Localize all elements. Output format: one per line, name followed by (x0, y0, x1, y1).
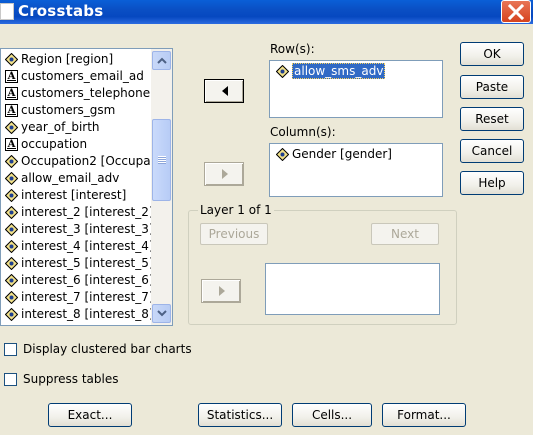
chevron-up-icon (157, 57, 167, 64)
variable-item[interactable]: interest_3 [interest_3] (3, 221, 153, 238)
variable-item[interactable]: interest_2 [interest_2] (3, 204, 153, 221)
suppress-tables-checkbox[interactable] (4, 373, 17, 386)
variable-list-scrollbar[interactable] (151, 49, 172, 325)
exact-button[interactable]: Exact... (48, 403, 132, 427)
scroll-grip-icon (158, 156, 166, 164)
rows-listbox[interactable]: allow_sms_adv (269, 60, 443, 118)
move-column-button[interactable] (204, 162, 244, 186)
variable-label: interest_4 [interest_4] (21, 239, 153, 253)
nominal-icon (5, 274, 18, 287)
suppress-tables-label: Suppress tables (23, 372, 119, 386)
nominal-icon (5, 53, 18, 66)
layer-title: Layer 1 of 1 (198, 203, 274, 217)
nominal-icon (5, 240, 18, 253)
nominal-icon (5, 155, 18, 168)
close-button[interactable] (501, 0, 531, 23)
arrow-right-icon (222, 169, 228, 179)
variable-item[interactable]: Acustomers_gsm (3, 102, 153, 119)
variable-label: interest_2 [interest_2] (21, 205, 153, 219)
string-icon: A (5, 138, 18, 151)
clustered-bar-label: Display clustered bar charts (23, 342, 192, 356)
chevron-down-icon (157, 310, 167, 317)
paste-button[interactable]: Paste (460, 75, 524, 99)
statistics-button[interactable]: Statistics... (198, 403, 282, 427)
variable-label: interest_7 [interest_7] (21, 290, 153, 304)
variable-label: interest_3 [interest_3] (21, 222, 153, 236)
nominal-icon (5, 172, 18, 185)
rows-label: Row(s): (270, 42, 315, 56)
variable-item[interactable]: year_of_birth (3, 119, 153, 136)
scroll-thumb[interactable] (152, 119, 171, 201)
columns-label: Column(s): (270, 125, 336, 139)
nominal-icon (5, 308, 18, 321)
cells-button[interactable]: Cells... (292, 403, 372, 427)
variable-label: interest_8 [interest_8] (21, 307, 153, 321)
variable-label: occupation (21, 137, 88, 151)
nominal-icon (5, 223, 18, 236)
variable-label: interest_5 [interest_5] (21, 256, 153, 270)
ok-button[interactable]: OK (460, 42, 524, 66)
reset-button[interactable]: Reset (460, 107, 524, 131)
scroll-down-button[interactable] (152, 304, 171, 323)
variable-label: Region [region] (21, 52, 114, 66)
move-row-button[interactable] (204, 79, 244, 103)
window-icon (0, 3, 14, 20)
variable-item[interactable]: interest_7 [interest_7] (3, 289, 153, 306)
columns-listbox[interactable]: Gender [gender] (269, 143, 443, 197)
layer-listbox[interactable] (265, 263, 440, 315)
variable-item[interactable]: Occupation2 [Occupa (3, 153, 153, 170)
column-variable-label: Gender [gender] (292, 147, 392, 161)
row-variable-label: allow_sms_adv (292, 63, 386, 79)
nominal-icon (5, 121, 18, 134)
variable-item[interactable]: Acustomers_telephone (3, 85, 153, 102)
nominal-icon (5, 257, 18, 270)
arrow-left-icon (222, 86, 228, 96)
nominal-icon (276, 65, 289, 78)
scroll-up-button[interactable] (152, 51, 171, 70)
nominal-icon (5, 291, 18, 304)
variable-item[interactable]: Region [region] (3, 51, 153, 68)
variable-item[interactable]: interest [interest] (3, 187, 153, 204)
variable-label: customers_gsm (21, 103, 116, 117)
column-variable-item[interactable]: Gender [gender] (274, 146, 392, 162)
variable-items: Region [region] Acustomers_email_ad Acusto… (3, 51, 153, 323)
variable-label: Occupation2 [Occupa (21, 154, 151, 168)
variable-item[interactable]: allow_email_adv (3, 170, 153, 187)
variable-item[interactable]: interest_6 [interest_6] (3, 272, 153, 289)
string-icon: A (5, 87, 18, 100)
format-button[interactable]: Format... (382, 403, 466, 427)
close-icon (507, 4, 525, 20)
cancel-button[interactable]: Cancel (460, 139, 524, 163)
string-icon: A (5, 70, 18, 83)
window-title: Crosstabs (18, 2, 104, 20)
nominal-icon (276, 148, 289, 161)
help-button[interactable]: Help (460, 171, 524, 195)
nominal-icon (5, 206, 18, 219)
variable-label: customers_email_ad (21, 69, 144, 83)
variable-item[interactable]: interest_4 [interest_4] (3, 238, 153, 255)
row-variable-item[interactable]: allow_sms_adv (274, 63, 386, 79)
string-icon: A (5, 104, 18, 117)
variable-label: year_of_birth (21, 120, 100, 134)
variable-item[interactable]: Acustomers_email_ad (3, 68, 153, 85)
clustered-bar-checkbox[interactable] (4, 343, 17, 356)
nominal-icon (5, 189, 18, 202)
variable-label: allow_email_adv (21, 171, 120, 185)
variable-label: customers_telephone (21, 86, 151, 100)
variable-item[interactable]: interest_8 [interest_8] (3, 306, 153, 323)
variable-list[interactable]: Region [region] Acustomers_email_ad Acusto… (0, 48, 173, 326)
variable-label: interest_6 [interest_6] (21, 273, 153, 287)
previous-layer-button[interactable]: Previous (200, 223, 268, 245)
variable-item[interactable]: interest_5 [interest_5] (3, 255, 153, 272)
next-layer-button[interactable]: Next (371, 223, 439, 245)
variable-label: interest [interest] (21, 188, 127, 202)
variable-item[interactable]: Aoccupation (3, 136, 153, 153)
title-bar: Crosstabs (0, 0, 533, 24)
